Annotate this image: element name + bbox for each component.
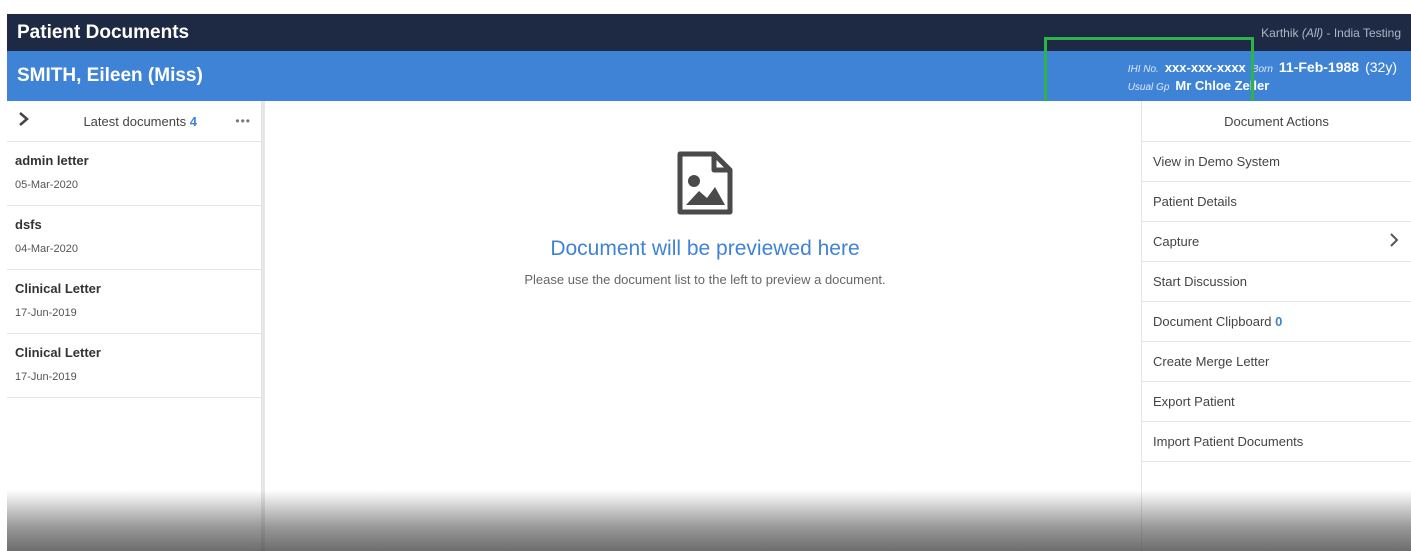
- action-label: View in Demo System: [1153, 154, 1280, 169]
- action-export-patient[interactable]: Export Patient: [1142, 382, 1411, 422]
- actions-panel: Document Actions View in Demo System Pat…: [1141, 101, 1411, 551]
- action-import-patient-documents[interactable]: Import Patient Documents: [1142, 422, 1411, 462]
- preview-panel: Document will be previewed here Please u…: [269, 101, 1141, 551]
- image-file-icon: [677, 151, 733, 215]
- chevron-right-icon[interactable]: [17, 111, 45, 132]
- user-name: Karthik: [1261, 25, 1299, 40]
- action-label: Start Discussion: [1153, 274, 1247, 289]
- patient-name: SMITH, Eileen (Miss): [17, 65, 203, 86]
- action-start-discussion[interactable]: Start Discussion: [1142, 262, 1411, 302]
- age-value: (32y): [1365, 59, 1397, 75]
- document-title: Clinical Letter: [15, 281, 101, 296]
- preview-subtitle: Please use the document list to the left…: [524, 272, 886, 287]
- action-label-group: Document Clipboard 0: [1153, 314, 1282, 329]
- document-title: admin letter: [15, 153, 89, 168]
- user-info[interactable]: Karthik (All) - India Testing: [1261, 26, 1401, 40]
- document-date: 17-Jun-2019: [15, 371, 77, 383]
- dob-value: 11-Feb-1988: [1278, 59, 1360, 75]
- action-label: Patient Details: [1153, 194, 1237, 209]
- action-document-clipboard[interactable]: Document Clipboard 0: [1142, 302, 1411, 342]
- action-create-merge-letter[interactable]: Create Merge Letter: [1142, 342, 1411, 382]
- action-label: Create Merge Letter: [1153, 354, 1270, 369]
- app-title: Patient Documents: [17, 21, 190, 43]
- documents-panel-title: Latest documents 4: [45, 114, 235, 129]
- document-title: Clinical Letter: [15, 345, 101, 360]
- document-item[interactable]: dsfs 04-Mar-2020: [7, 206, 261, 270]
- highlight-box: [1044, 37, 1254, 111]
- document-date: 17-Jun-2019: [15, 307, 77, 319]
- document-date: 04-Mar-2020: [15, 243, 78, 255]
- document-item[interactable]: admin letter 05-Mar-2020: [7, 142, 261, 206]
- document-item[interactable]: Clinical Letter 17-Jun-2019: [7, 270, 261, 334]
- more-options-icon[interactable]: •••: [235, 114, 251, 128]
- documents-panel-header: Latest documents 4 •••: [7, 101, 261, 142]
- document-date: 05-Mar-2020: [15, 179, 78, 191]
- action-label: Import Patient Documents: [1153, 434, 1304, 449]
- preview-title: Document will be previewed here: [550, 237, 860, 260]
- documents-count: 4: [189, 113, 197, 129]
- actions-panel-title: Document Actions: [1142, 101, 1411, 142]
- document-title: dsfs: [15, 217, 42, 232]
- document-item[interactable]: Clinical Letter 17-Jun-2019: [7, 334, 261, 398]
- born-label: Born: [1251, 64, 1273, 75]
- action-patient-details[interactable]: Patient Details: [1142, 182, 1411, 222]
- user-scope: (All): [1301, 25, 1324, 40]
- documents-label: Latest documents: [83, 113, 187, 129]
- chevron-right-icon: [1389, 231, 1399, 252]
- action-label: Capture: [1153, 234, 1200, 249]
- documents-panel: Latest documents 4 ••• admin letter 05-M…: [7, 101, 265, 551]
- user-org: - India Testing: [1323, 25, 1402, 40]
- clipboard-count: 0: [1275, 314, 1283, 329]
- action-label: Export Patient: [1153, 394, 1235, 409]
- action-label: Document Clipboard: [1153, 314, 1272, 329]
- action-view-in-demo-system[interactable]: View in Demo System: [1142, 142, 1411, 182]
- action-capture[interactable]: Capture: [1142, 222, 1411, 262]
